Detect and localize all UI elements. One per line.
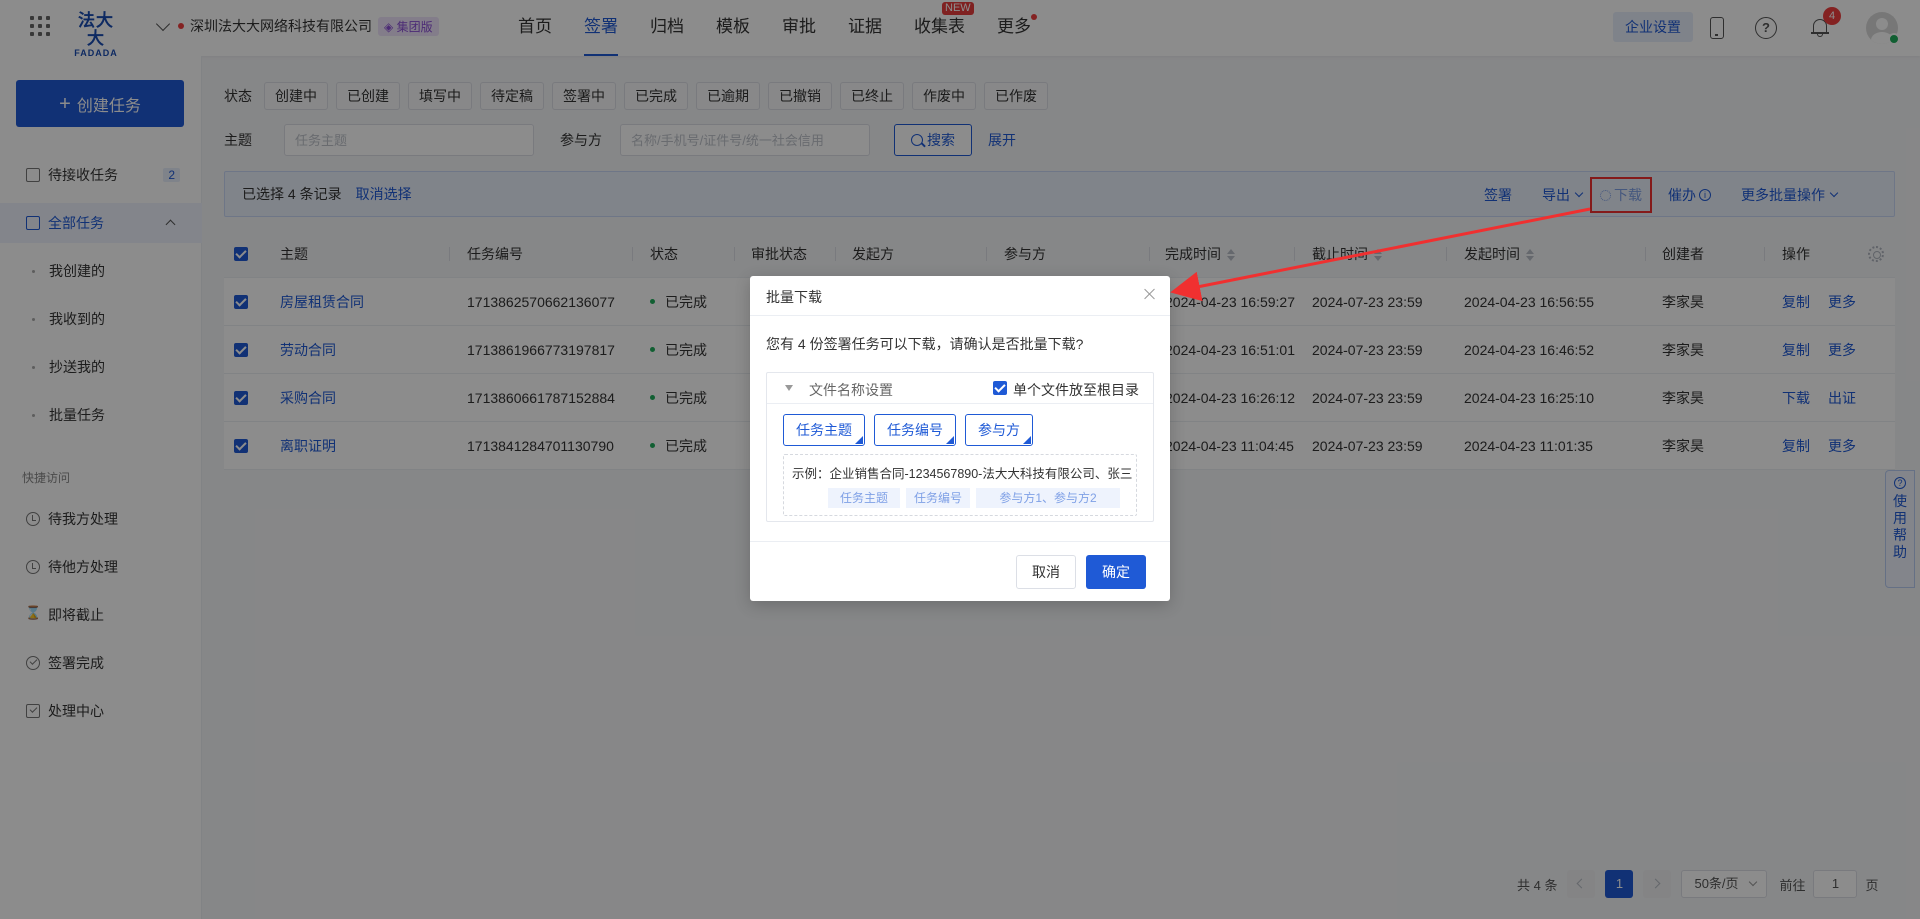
filename-tokens: 任务主题 任务编号 参与方 [783,414,1042,446]
example-tags: 任务主题 任务编号 参与方1、参与方2 [828,488,1126,508]
filename-example: 示例：企业销售合同-1234567890-法大大科技有限公司、张三 任务主题 任… [783,454,1137,516]
cancel-button[interactable]: 取消 [1016,555,1076,589]
dialog-footer-divider [750,541,1170,542]
token-participant[interactable]: 参与方 [965,414,1033,446]
root-dir-label[interactable]: 单个文件放至根目录 [1013,380,1139,400]
close-icon[interactable] [1144,288,1156,300]
example-text: 示例：企业销售合同-1234567890-法大大科技有限公司、张三 [792,467,1133,481]
token-task-id[interactable]: 任务编号 [874,414,956,446]
filename-settings-panel: 文件名称设置 单个文件放至根目录 任务主题 任务编号 参与方 示例：企业销售合同… [766,372,1154,522]
example-tag: 任务编号 [906,488,970,508]
token-task-subject[interactable]: 任务主题 [783,414,865,446]
dialog-title: 批量下载 [766,289,822,305]
dialog-message: 您有 4 份签署任务可以下载，请确认是否批量下载? [766,336,1084,352]
filename-settings-title: 文件名称设置 [809,382,893,398]
caret-down-icon [785,385,793,391]
example-tag: 参与方1、参与方2 [976,488,1120,508]
batch-download-dialog: 批量下载 您有 4 份签署任务可以下载，请确认是否批量下载? 文件名称设置 单个… [750,276,1170,601]
dialog-header: 批量下载 [750,276,1170,316]
example-tag: 任务主题 [828,488,900,508]
filename-settings-header[interactable]: 文件名称设置 单个文件放至根目录 [767,373,1153,404]
root-dir-checkbox[interactable] [993,381,1007,395]
confirm-button[interactable]: 确定 [1086,555,1146,589]
